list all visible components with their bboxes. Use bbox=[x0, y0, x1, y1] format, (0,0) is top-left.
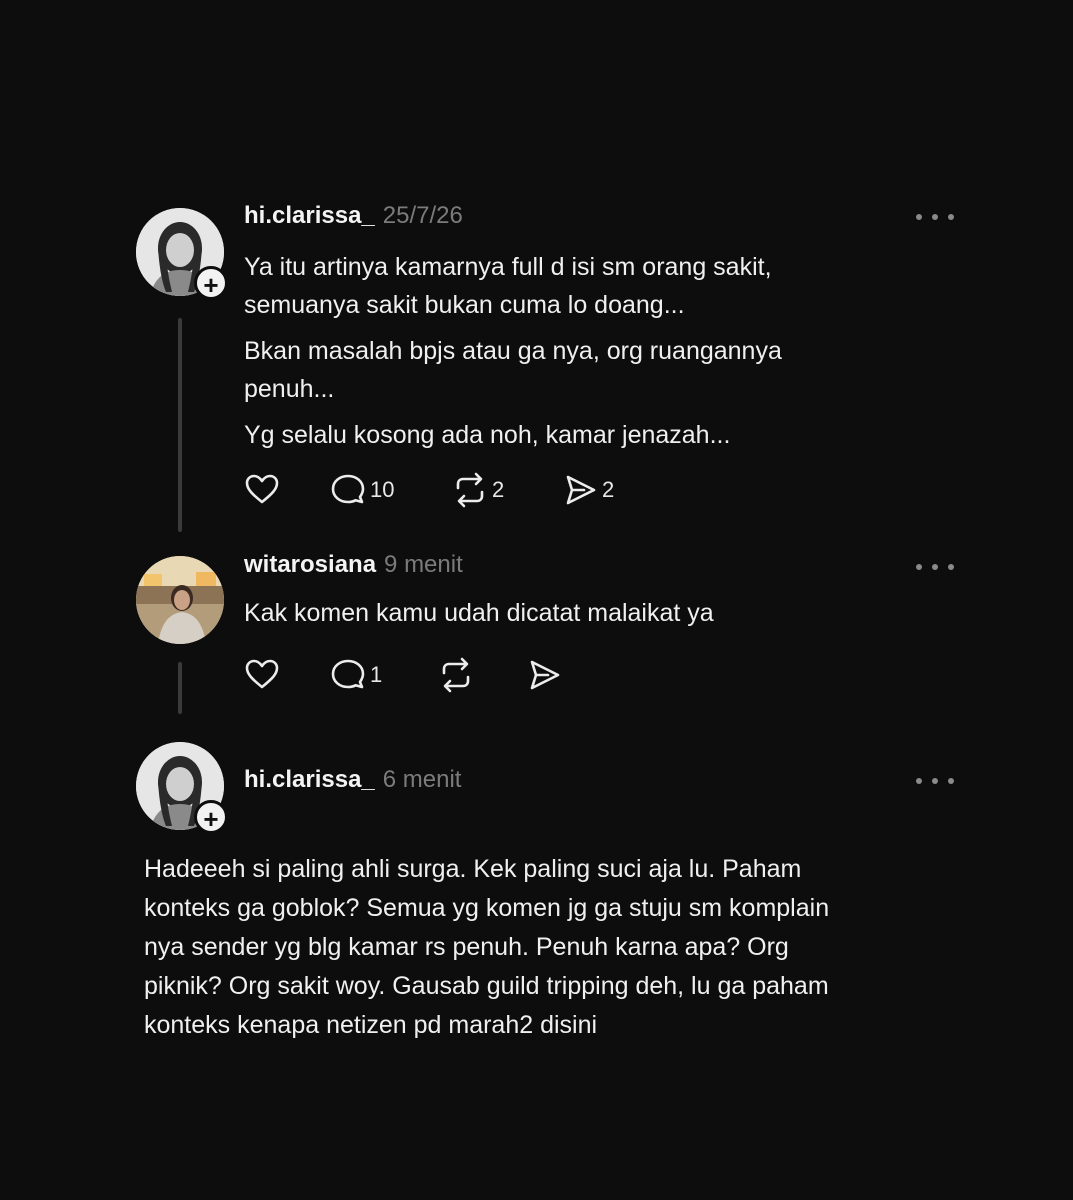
avatar-witarosiana[interactable] bbox=[136, 556, 224, 644]
repost-button[interactable] bbox=[438, 655, 474, 695]
share-icon bbox=[530, 660, 560, 690]
repost-count: 2 bbox=[492, 477, 505, 502]
reply-count: 10 bbox=[370, 477, 395, 502]
post-paragraph: Yg selalu kosong ada noh, kamar jenazah.… bbox=[244, 421, 731, 449]
post-body: Kak komen kamu udah dicatat malaikat ya bbox=[244, 594, 924, 640]
more-options-icon[interactable] bbox=[916, 557, 954, 577]
comment-icon bbox=[331, 474, 365, 504]
share-button[interactable] bbox=[526, 655, 562, 695]
post-text: Kak komen kamu udah dicatat malaikat ya bbox=[244, 599, 714, 627]
thread-line bbox=[178, 318, 182, 532]
timestamp: 6 menit bbox=[382, 766, 462, 793]
share-button[interactable]: 2 bbox=[562, 470, 614, 510]
follow-plus-icon[interactable]: + bbox=[194, 266, 228, 300]
repost-icon bbox=[456, 472, 484, 508]
heart-icon bbox=[245, 474, 279, 504]
threads-screenshot: + hi.clarissa_ 25/7/26 Ya itu artinya kam… bbox=[0, 0, 1073, 1200]
repost-icon bbox=[442, 657, 470, 693]
more-options-icon[interactable] bbox=[916, 771, 954, 791]
post-text: Hadeeeh si paling ahli surga. Kek paling… bbox=[144, 855, 830, 1039]
post-body: Ya itu artinya kamarnya full d isi sm or… bbox=[244, 248, 924, 462]
repost-button[interactable]: 2 bbox=[452, 470, 504, 510]
thread-line bbox=[178, 662, 182, 714]
username[interactable]: hi.clarissa_ bbox=[244, 766, 375, 793]
post-body: Hadeeeh si paling ahli surga. Kek paling… bbox=[144, 850, 1004, 1053]
post-header: witarosiana 9 menit bbox=[244, 551, 463, 579]
post-header: hi.clarissa_ 6 menit bbox=[244, 766, 461, 794]
username[interactable]: hi.clarissa_ bbox=[244, 202, 375, 229]
post-header: hi.clarissa_ 25/7/26 bbox=[244, 202, 463, 230]
heart-icon bbox=[245, 659, 279, 689]
post-paragraph: Bkan masalah bpjs atau ga nya, org ruang… bbox=[244, 337, 782, 403]
share-count: 2 bbox=[602, 477, 615, 502]
share-icon bbox=[566, 475, 596, 505]
timestamp: 9 menit bbox=[384, 551, 463, 578]
reply-count: 1 bbox=[370, 662, 383, 687]
avatar-photo-icon bbox=[136, 556, 224, 644]
username[interactable]: witarosiana bbox=[244, 551, 376, 578]
reply-button[interactable]: 1 bbox=[330, 655, 382, 695]
like-button[interactable] bbox=[244, 655, 280, 695]
follow-plus-icon[interactable]: + bbox=[194, 800, 228, 834]
post-paragraph: Ya itu artinya kamarnya full d isi sm or… bbox=[244, 253, 772, 319]
more-options-icon[interactable] bbox=[916, 207, 954, 227]
reply-button[interactable]: 10 bbox=[330, 470, 394, 510]
like-button[interactable] bbox=[244, 470, 280, 510]
comment-icon bbox=[331, 659, 365, 689]
timestamp: 25/7/26 bbox=[382, 202, 463, 229]
